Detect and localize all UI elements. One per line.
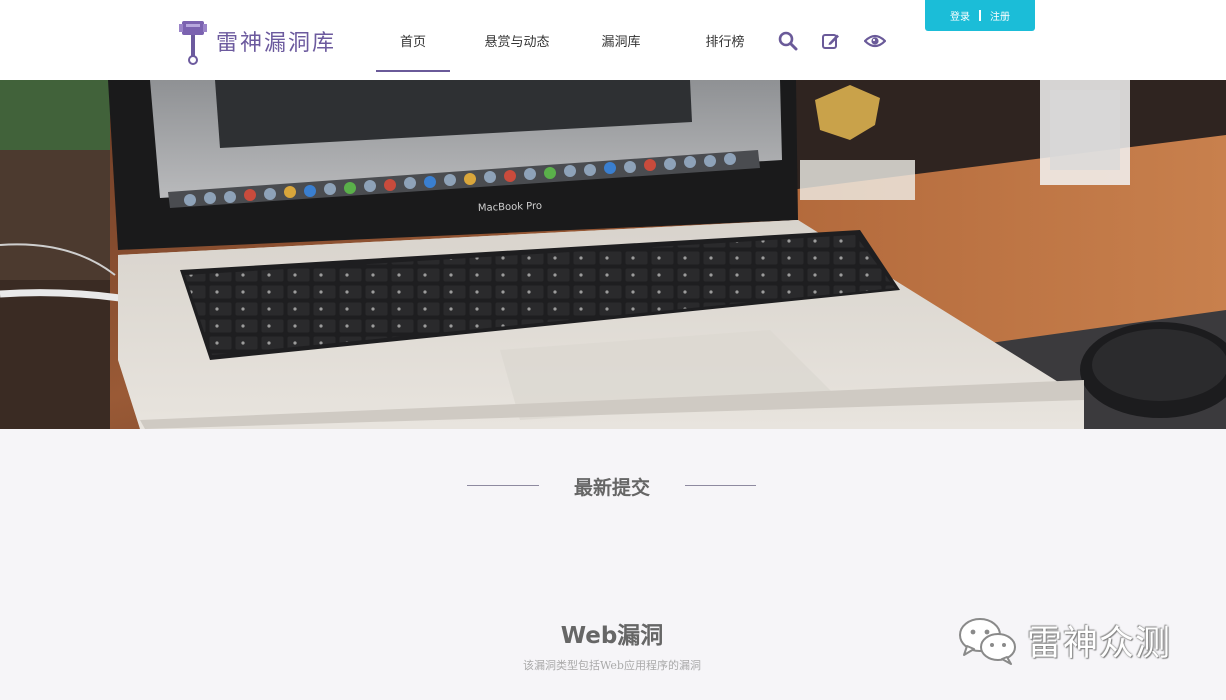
hero-laptop-illustration: MacBook Pro xyxy=(0,80,1226,429)
nav-item-bounty[interactable]: 悬赏与动态 xyxy=(450,0,584,80)
login-link[interactable]: 登录 xyxy=(950,8,970,23)
nav-item-ranking[interactable]: 排行榜 xyxy=(658,0,792,80)
logo-text: 雷神漏洞库 xyxy=(216,31,337,56)
search-icon xyxy=(778,31,798,51)
eye-icon xyxy=(864,34,886,48)
latest-submissions-header: 最新提交 xyxy=(0,470,1226,500)
submit-button[interactable] xyxy=(820,30,842,52)
site-header: 雷神漏洞库 首页 悬赏与动态 漏洞库 排行榜 登录 注册 xyxy=(0,0,1226,80)
auth-bar: 登录 注册 xyxy=(925,0,1035,31)
title-rule-right xyxy=(685,485,756,486)
edit-icon xyxy=(822,34,839,49)
nav-item-home[interactable]: 首页 xyxy=(376,0,450,80)
title-rule-left xyxy=(467,485,539,486)
section-title: 最新提交 xyxy=(573,477,650,499)
category-title[interactable]: Web漏洞 xyxy=(460,616,764,650)
nav-item-vuln-library[interactable]: 漏洞库 xyxy=(584,0,658,80)
site-logo[interactable]: 雷神漏洞库 xyxy=(178,16,336,66)
register-link[interactable]: 注册 xyxy=(990,8,1010,23)
hero-banner: MacBook Pro xyxy=(0,80,1226,429)
category-description: 该漏洞类型包括Web应用程序的漏洞 xyxy=(523,659,701,672)
wechat-icon xyxy=(959,618,1016,665)
auth-divider xyxy=(979,10,981,21)
main-nav: 首页 悬赏与动态 漏洞库 排行榜 xyxy=(376,0,792,80)
hammer-logo-icon xyxy=(179,21,207,65)
watch-button[interactable] xyxy=(864,30,886,52)
search-button[interactable] xyxy=(777,30,799,52)
watermark-text: 雷神众测 xyxy=(1027,623,1172,664)
wechat-watermark: 雷神众测 xyxy=(957,612,1171,668)
laptop-brand-label: MacBook Pro xyxy=(478,201,543,214)
